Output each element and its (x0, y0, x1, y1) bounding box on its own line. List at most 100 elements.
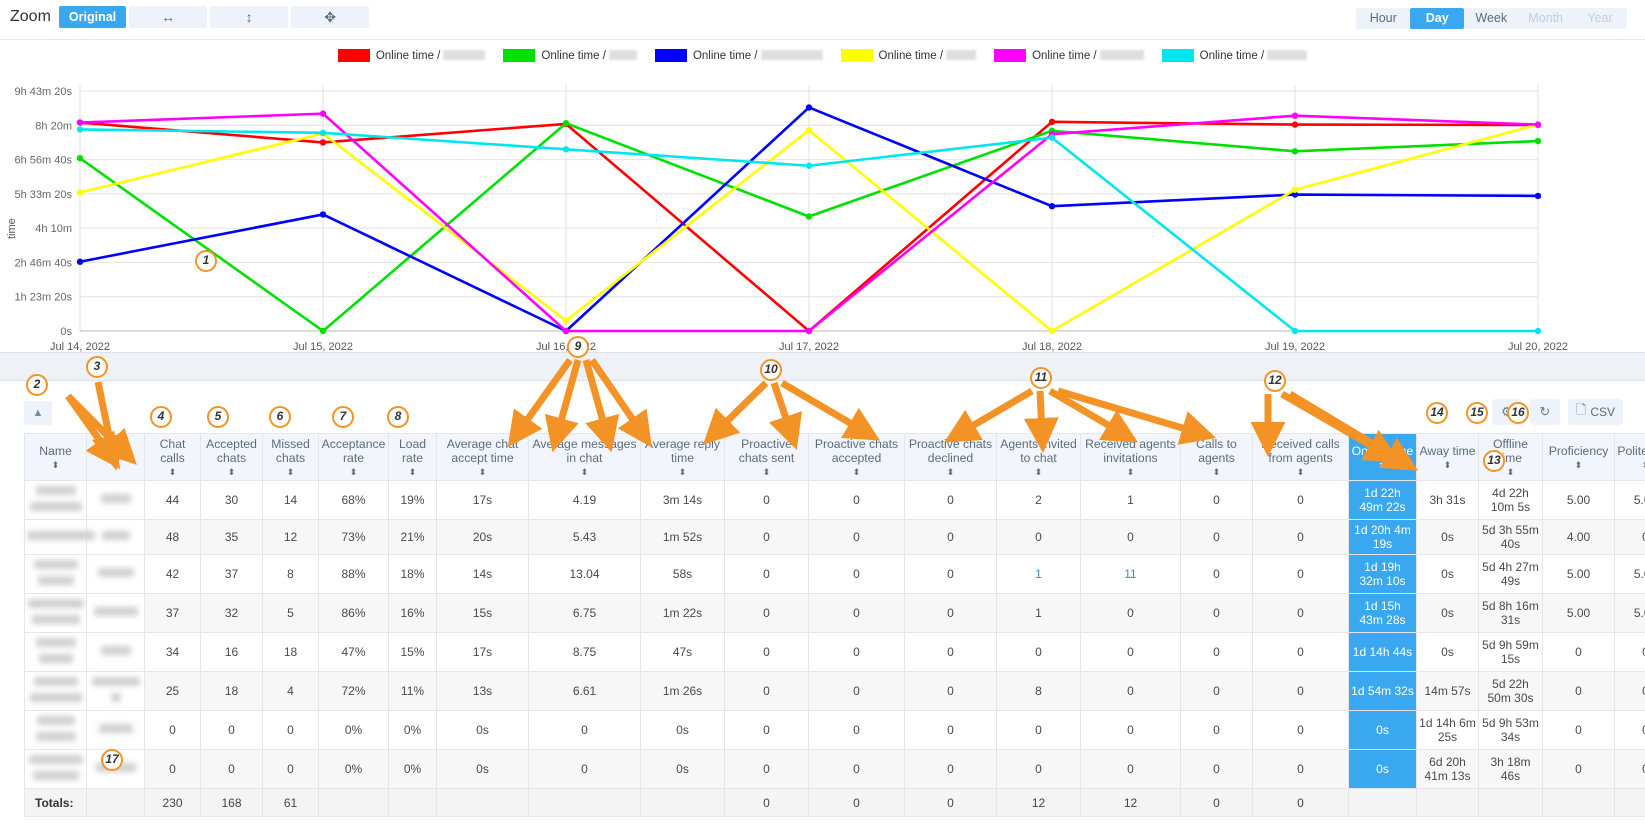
sort-toggle-icon[interactable]: ⬍ (439, 468, 526, 477)
column-header-online-time[interactable]: Online time ▼ (1348, 433, 1417, 481)
zoom-original-button[interactable]: Original (58, 6, 127, 28)
sort-toggle-icon[interactable]: ⬍ (1255, 468, 1346, 477)
chart-data-point[interactable] (76, 189, 84, 196)
sort-desc-icon[interactable]: ▼ (1351, 461, 1414, 470)
table-row[interactable]: 34 16 18 47% 15% 17s 8.75 47s 0 0 0 0 0 0 0 1d 14h 44s 0… (24, 632, 1645, 672)
column-header-acceptance-rate[interactable]: Acceptance rate ⬍ (318, 433, 389, 481)
column-header-agents-invited-to-chat[interactable]: Agents invited to chat ⬍ (996, 433, 1081, 481)
refresh-button[interactable]: ↻ (1529, 399, 1560, 425)
legend-item[interactable]: Online time / (840, 49, 977, 62)
sort-toggle-icon[interactable]: ⬍ (1083, 468, 1178, 477)
chart-data-point[interactable] (1291, 327, 1299, 335)
sort-toggle-icon[interactable]: ⬍ (811, 468, 902, 477)
chart-data-point[interactable] (76, 119, 84, 126)
chart-data-point[interactable] (805, 213, 813, 220)
range-week-button[interactable]: Week (1464, 8, 1519, 29)
range-day-button[interactable]: Day (1410, 8, 1465, 29)
table-row[interactable]: 42 37 8 88% 18% 14s 13.04 58s 0 0 0 1 11 0 0 1d 19h 32m… (24, 554, 1645, 594)
column-header-proactive-chats-declined[interactable]: Proactive chats declined ⬍ (904, 433, 997, 481)
column-header-missed-chats[interactable]: Missed chats ⬍ (262, 433, 319, 481)
chart-data-point[interactable] (805, 126, 813, 134)
chart-data-point[interactable] (1534, 192, 1542, 200)
column-header-proactive-chats-sent[interactable]: Proactive chats sent ⬍ (724, 433, 809, 481)
column-header-name[interactable]: Name ⬍ (24, 433, 87, 481)
column-header-proficiency[interactable]: Proficiency ⬍ (1542, 433, 1615, 481)
table-row[interactable]: 44 30 14 68% 19% 17s 4.19 3m 14s 0 0 0 2 1 0 0 1d 22h 4… (24, 480, 1645, 520)
sort-toggle-icon[interactable]: ⬍ (391, 468, 434, 477)
legend-item[interactable]: Online time / (654, 49, 823, 62)
vertical-resize-icon[interactable]: ↕ (210, 6, 289, 28)
column-header-received-calls-from-agents[interactable]: Received calls from agents ⬍ (1252, 433, 1349, 481)
chart-data-point[interactable] (562, 146, 570, 153)
chart-data-point[interactable] (1048, 327, 1056, 335)
column-header-login[interactable]: Login ⬍ (86, 433, 145, 481)
chart-data-point[interactable] (319, 110, 327, 117)
sort-toggle-icon[interactable]: ⬍ (907, 468, 994, 477)
chart-data-point[interactable] (1291, 121, 1299, 128)
chart-data-point[interactable] (319, 211, 327, 218)
column-header-politeness[interactable]: Politeness ⬍ (1614, 433, 1645, 481)
chart-data-point[interactable] (1048, 118, 1056, 126)
column-header-accepted-chats[interactable]: Accepted chats ⬍ (200, 433, 263, 481)
sort-toggle-icon[interactable]: ⬍ (1617, 461, 1645, 470)
column-header-chat-calls[interactable]: Chat calls ⬍ (144, 433, 201, 481)
legend-item[interactable]: Online time / (337, 49, 486, 62)
chart-data-point[interactable] (1534, 137, 1542, 145)
table-row[interactable]: 25 18 4 72% 11% 13s 6.61 1m 26s 0 0 0 8 0 0 0 1d 54m 32… (24, 671, 1645, 711)
chart-data-point[interactable] (805, 327, 813, 335)
chart-data-point[interactable] (319, 129, 327, 137)
column-header-average-chat-accept-time[interactable]: Average chat accept time ⬍ (436, 433, 529, 481)
table-row[interactable]: 37 32 5 86% 16% 15s 6.75 1m 22s 0 0 0 1 0 0 0 1d 15h 43… (24, 593, 1645, 633)
chart-data-point[interactable] (805, 104, 813, 111)
sort-toggle-icon[interactable]: ⬍ (727, 468, 806, 477)
chart-data-point[interactable] (1291, 112, 1299, 119)
table-row[interactable]: 0 0 0 0% 0% 0s 0 0s 0 0 0 0 0 0 0 0s 1d 14h 6m 25s 5d 9h … (24, 710, 1645, 750)
table-row[interactable]: 48 35 12 73% 21% 20s 5.43 1m 52s 0 0 0 0 0 0 0 1d 20h 4… (24, 519, 1645, 555)
chart-data-point[interactable] (1048, 134, 1056, 141)
chart-data-point[interactable] (319, 327, 327, 335)
legend-item[interactable]: Online time / (1161, 49, 1308, 62)
sort-toggle-icon[interactable]: ⬍ (27, 461, 84, 470)
chart-data-point[interactable] (1534, 327, 1542, 335)
range-month-button[interactable]: Month (1518, 8, 1573, 29)
sort-toggle-icon[interactable]: ⬍ (1419, 461, 1476, 470)
chart-data-point[interactable] (1534, 121, 1542, 128)
sort-toggle-icon[interactable]: ⬍ (203, 468, 260, 477)
sort-toggle-icon[interactable]: ⬍ (531, 468, 638, 477)
column-header-average-reply-time[interactable]: Average reply time ⬍ (640, 433, 725, 481)
collapse-toggle-button[interactable]: ▲ (24, 401, 52, 425)
chart-data-point[interactable] (76, 155, 84, 162)
chart-data-point[interactable] (562, 317, 570, 324)
move-icon[interactable]: ✥ (291, 6, 370, 28)
chart-data-point[interactable] (76, 258, 84, 265)
chart-data-point[interactable] (805, 162, 813, 169)
chart-data-point[interactable] (562, 327, 570, 335)
chart-data-point[interactable] (319, 139, 327, 146)
range-hour-button[interactable]: Hour (1356, 8, 1411, 29)
column-header-average-messages-in-chat[interactable]: Average messages in chat ⬍ (528, 433, 641, 481)
chart-data-point[interactable] (1048, 203, 1056, 210)
sort-toggle-icon[interactable]: ⬍ (321, 468, 386, 477)
legend-item[interactable]: Online time / (994, 49, 1144, 62)
column-header-load-rate[interactable]: Load rate ⬍ (388, 433, 437, 481)
column-header-calls-to-agents[interactable]: Calls to agents ⬍ (1180, 433, 1253, 481)
table-row[interactable]: 0 0 0 0% 0% 0s 0 0s 0 0 0 0 0 0 0 0s 6d 20h 41m 13s 3h 18… (24, 749, 1645, 789)
sort-toggle-icon[interactable]: ⬍ (643, 468, 722, 477)
chart-data-point[interactable] (1291, 148, 1299, 155)
sort-toggle-icon[interactable]: ⬍ (147, 468, 198, 477)
range-year-button[interactable]: Year (1573, 8, 1627, 29)
horizontal-resize-icon[interactable]: ↔ (129, 6, 208, 28)
chart-data-point[interactable] (562, 120, 570, 127)
sort-toggle-icon[interactable]: ⬍ (1545, 461, 1612, 470)
sort-toggle-icon[interactable]: ⬍ (265, 468, 316, 477)
legend-item[interactable]: Online time / (503, 49, 637, 62)
csv-export-button[interactable]: 🗋 CSV (1567, 399, 1623, 425)
column-header-away-time[interactable]: Away time ⬍ (1416, 433, 1479, 481)
column-header-received-agents-invitations[interactable]: Received agents invitations ⬍ (1080, 433, 1181, 481)
chart-data-point[interactable] (76, 126, 84, 133)
sort-toggle-icon[interactable]: ⬍ (89, 461, 142, 470)
sort-toggle-icon[interactable]: ⬍ (1183, 468, 1250, 477)
column-header-proactive-chats-accepted[interactable]: Proactive chats accepted ⬍ (808, 433, 905, 481)
sort-toggle-icon[interactable]: ⬍ (999, 468, 1078, 477)
chart-data-point[interactable] (1291, 186, 1299, 193)
